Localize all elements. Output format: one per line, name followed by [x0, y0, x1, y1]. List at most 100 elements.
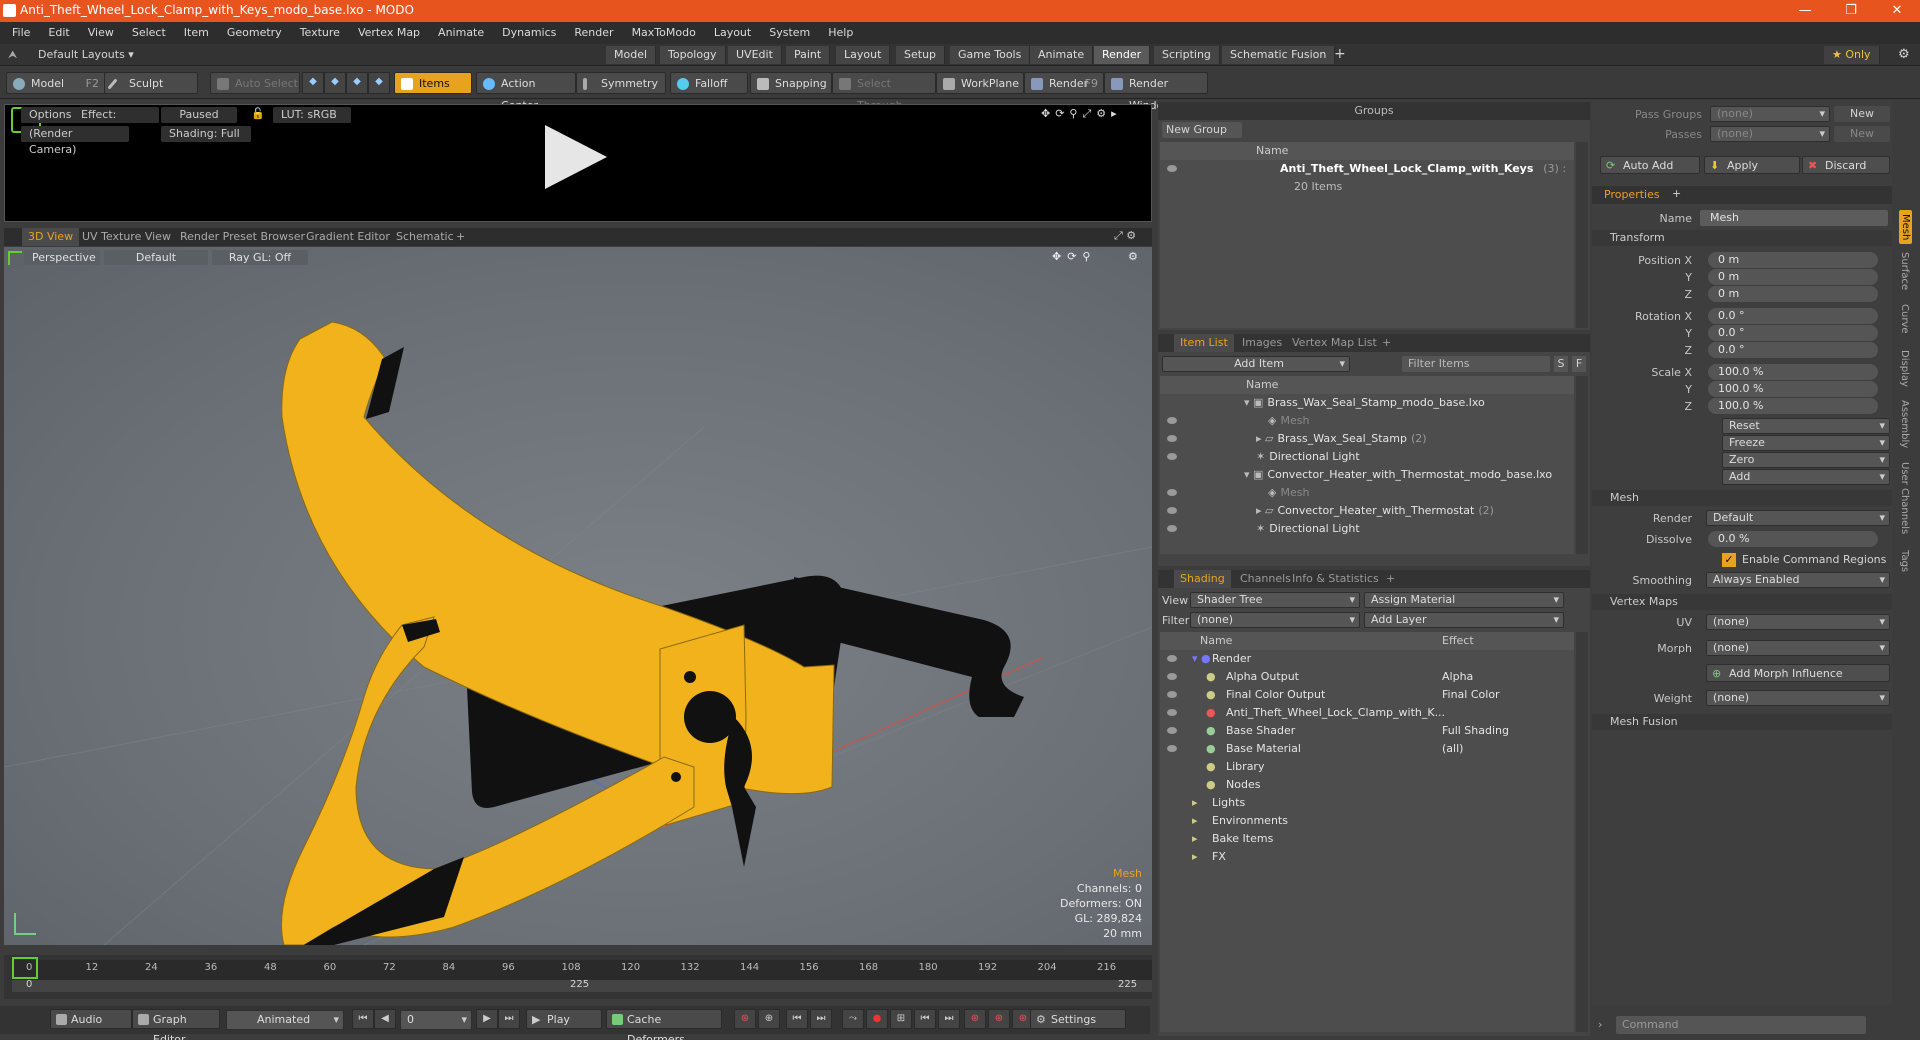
tab-info-statistics[interactable]: Info & Statistics [1286, 570, 1385, 588]
workplane-button[interactable]: WorkPlane [936, 72, 1024, 94]
scale-x-field[interactable]: 100.0 % [1708, 364, 1878, 380]
menu-edit[interactable]: Edit [39, 22, 78, 44]
enable-command-regions-checkbox[interactable]: ✓ [1722, 553, 1736, 567]
maximize-button[interactable]: ❐ [1828, 0, 1874, 22]
add-layer-dropdown[interactable]: Add Layer [1364, 612, 1564, 628]
item-list-row[interactable]: ◈ Mesh [1160, 412, 1574, 430]
menu-help[interactable]: Help [819, 22, 862, 44]
shader-tree-row[interactable]: ▸ Bake Items [1160, 830, 1574, 848]
add-properties-tab[interactable]: + [1672, 187, 1681, 200]
menu-system[interactable]: System [760, 22, 819, 44]
playhead-marker[interactable] [12, 957, 38, 979]
layout-tab-topology[interactable]: Topology [660, 46, 726, 64]
symmetry-button[interactable]: Symmetry [576, 72, 666, 94]
name-input[interactable]: Mesh [1700, 210, 1888, 226]
item-list-row[interactable]: ▸ ▱ Brass_Wax_Seal_Stamp (2) [1160, 430, 1574, 448]
falloff-button[interactable]: Falloff [670, 72, 748, 94]
shader-tree-row[interactable]: ● Final Color Output Final Color [1160, 686, 1574, 704]
pass-groups-dropdown[interactable]: (none) [1710, 106, 1830, 122]
eye-icon[interactable] [1167, 165, 1177, 172]
shader-tree-row[interactable]: ● Library [1160, 758, 1574, 776]
record-key-button[interactable]: ⊛ [734, 1009, 756, 1029]
tab-images[interactable]: Images [1236, 334, 1288, 352]
select-vertices-button[interactable]: ◆ [302, 72, 324, 94]
rotation-y-field[interactable]: 0.0 ° [1708, 325, 1878, 341]
shader-tree-row[interactable]: ● Base Shader Full Shading [1160, 722, 1574, 740]
cache-deformers-button[interactable]: Cache Deformers [606, 1009, 722, 1040]
passes-dropdown[interactable]: (none) [1710, 126, 1830, 142]
close-button[interactable]: ✕ [1874, 0, 1920, 22]
visibility-eye-icon[interactable] [1167, 417, 1177, 424]
next-frame-button[interactable]: ▶ [476, 1009, 498, 1029]
render-preview[interactable]: Options Effect: (Shadi... Paused 🔓 LUT: … [4, 104, 1152, 222]
tab-shading[interactable]: Shading [1174, 570, 1231, 588]
menu-file[interactable]: File [0, 22, 39, 44]
sculpt-mode-button[interactable]: Sculpt [104, 72, 198, 94]
model-mode-button[interactable]: Model F2 [6, 72, 106, 94]
minimize-button[interactable]: — [1782, 0, 1828, 22]
menu-vertex-map[interactable]: Vertex Map [349, 22, 429, 44]
add-shading-tab-button[interactable]: + [1380, 570, 1401, 588]
play-icon[interactable] [545, 125, 607, 189]
visibility-eye-icon[interactable] [1167, 709, 1177, 716]
menu-render[interactable]: Render [565, 22, 622, 44]
layout-tab-scripting[interactable]: Scripting [1154, 46, 1220, 64]
shader-tree-scrollbar[interactable] [1576, 632, 1588, 1032]
auto-select-button[interactable]: Auto Select [210, 72, 300, 94]
tab-properties[interactable]: Properties [1604, 188, 1660, 201]
apply-button[interactable]: ⬇ Apply [1704, 156, 1800, 174]
layout-tab-game-tools[interactable]: Game Tools [950, 46, 1031, 64]
layout-tab-layout[interactable]: Layout [836, 46, 891, 64]
visibility-eye-icon[interactable] [1167, 655, 1177, 662]
settings-button[interactable]: ⚙ Settings [1030, 1009, 1126, 1029]
morph-dropdown[interactable]: (none) [1706, 640, 1890, 656]
tab-uv-texture-view[interactable]: UV Texture View [76, 228, 177, 246]
assign-material-dropdown[interactable]: Assign Material [1364, 592, 1564, 608]
side-tab-assembly[interactable]: Assembly [1899, 400, 1910, 448]
shader-tree-row[interactable]: ▸ Environments [1160, 812, 1574, 830]
filter-s-button[interactable]: S [1554, 356, 1568, 372]
menu-view[interactable]: View [79, 22, 123, 44]
menu-animate[interactable]: Animate [429, 22, 493, 44]
mesh-fusion-section[interactable]: Mesh Fusion [1592, 714, 1892, 730]
side-tab-tags[interactable]: Tags [1899, 550, 1910, 572]
go-start-button[interactable]: ⏮ [352, 1009, 374, 1029]
visibility-eye-icon[interactable] [1167, 525, 1177, 532]
dissolve-field[interactable]: 0.0 % [1708, 531, 1878, 547]
groups-scrollbar[interactable] [1576, 142, 1588, 328]
new-pass-button[interactable]: New [1834, 126, 1890, 142]
add-layout-button[interactable]: + [1334, 46, 1346, 62]
side-tab-surface[interactable]: Surface [1899, 252, 1910, 290]
add-panel-tab-button[interactable]: + [1376, 334, 1397, 352]
shader-tree-row-effect[interactable]: (all) [1442, 740, 1463, 758]
play-button[interactable]: ▶ Play [526, 1009, 602, 1029]
side-tab-mesh[interactable]: Mesh [1899, 210, 1912, 245]
shader-tree-row[interactable]: ● Anti_Theft_Wheel_Lock_Clamp_with_K... [1160, 704, 1574, 722]
command-input[interactable]: Command [1616, 1016, 1866, 1034]
position-z-field[interactable]: 0 m [1708, 286, 1878, 302]
preview-effect-dropdown[interactable]: Effect: (Shadi... [73, 107, 159, 137]
tab-gradient-editor[interactable]: Gradient Editor [300, 228, 396, 246]
visibility-eye-icon[interactable] [1167, 745, 1177, 752]
reset-dropdown[interactable]: Reset [1722, 418, 1890, 434]
layout-tab-render[interactable]: Render [1094, 46, 1151, 64]
zero-dropdown[interactable]: Zero [1722, 452, 1890, 468]
position-x-field[interactable]: 0 m [1708, 252, 1878, 268]
key-link-button[interactable]: ⤳ [842, 1009, 864, 1029]
lock-icon[interactable]: 🔓 [251, 107, 265, 120]
layout-tab-paint[interactable]: Paint [786, 46, 831, 64]
group-item[interactable]: Anti_Theft_Wheel_Lock_Clamp_with_Keys (3… [1160, 160, 1574, 178]
uv-dropdown[interactable]: (none) [1706, 614, 1890, 630]
shader-tree-row-effect[interactable]: Full Shading [1442, 722, 1509, 740]
mesh-section[interactable]: Mesh [1592, 490, 1892, 506]
shader-tree-row[interactable]: ● Alpha Output Alpha [1160, 668, 1574, 686]
position-y-field[interactable]: 0 m [1708, 269, 1878, 285]
only-toggle[interactable]: ★ Only [1824, 46, 1880, 64]
channel-key2-button[interactable]: ⊛ [988, 1009, 1010, 1029]
shader-filter-dropdown[interactable]: (none) [1190, 612, 1360, 628]
shader-tree-row[interactable]: ▸ FX [1160, 848, 1574, 866]
prev-frame-button[interactable]: ◀ [374, 1009, 396, 1029]
jump-end-button[interactable]: ⏭ [938, 1009, 960, 1029]
set-key-button[interactable]: ⊞ [890, 1009, 912, 1029]
shader-tree-row[interactable]: ● Base Material (all) [1160, 740, 1574, 758]
